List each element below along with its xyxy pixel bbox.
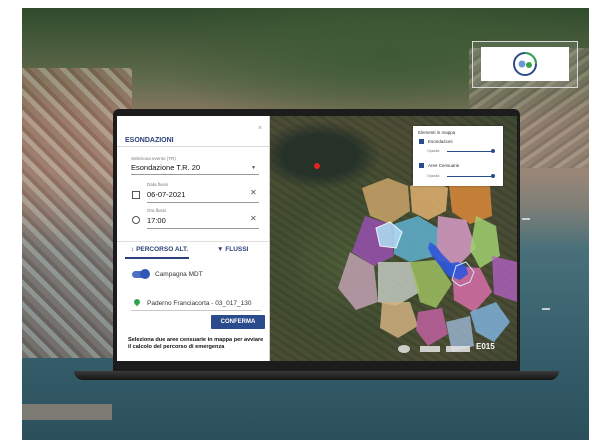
map-view[interactable]: Elementi in mappa Esondazioni Opacità Ar… — [270, 116, 517, 361]
panel-title: ESONDAZIONI — [125, 137, 174, 144]
close-icon[interactable]: × — [258, 125, 262, 132]
divider — [117, 146, 269, 147]
toggle-label: Campagna MDT — [155, 271, 203, 278]
legend-item-label: Aree Censuarie — [428, 163, 460, 168]
divider — [117, 241, 269, 242]
help-text: Seleziona due aree censuarie in mappa pe… — [128, 337, 264, 350]
opacity-slider-knob[interactable] — [491, 149, 495, 153]
event-select-underline — [131, 174, 259, 175]
time-field-underline — [147, 228, 259, 229]
census-area[interactable] — [416, 308, 448, 346]
partner-logo — [446, 346, 470, 352]
location-underline — [131, 310, 261, 311]
opacity-slider-esondazioni[interactable] — [447, 151, 493, 152]
active-tab-indicator — [125, 257, 189, 259]
census-area[interactable] — [394, 216, 438, 262]
legend-title: Elementi in mappa — [418, 130, 456, 135]
toggle-knob[interactable] — [140, 269, 150, 279]
confirm-button[interactable]: CONFERMA — [211, 315, 265, 329]
clock-icon — [132, 216, 140, 224]
e015-logo: E015 — [476, 342, 495, 351]
app-window: × ESONDAZIONI Seleziona evento (TR) Eson… — [117, 116, 517, 361]
map-legend: Elementi in mappa Esondazioni Opacità Ar… — [413, 126, 503, 186]
tab-label: FLUSSI — [225, 246, 249, 253]
census-area[interactable] — [380, 302, 418, 338]
clear-time-icon[interactable]: ✕ — [250, 214, 257, 223]
legend-item-label: Esondazioni — [428, 139, 453, 144]
date-field[interactable]: 06-07-2021 — [147, 190, 185, 199]
brand-logo-frame — [472, 41, 578, 88]
boat — [542, 308, 550, 310]
esondazioni-checkbox[interactable] — [419, 139, 424, 144]
filter-icon: ▼ — [217, 246, 224, 253]
tab-flussi[interactable]: ▼ FLUSSI — [217, 246, 248, 253]
route-icon: ↕ — [131, 246, 135, 253]
side-panel: × ESONDAZIONI Seleziona evento (TR) Eson… — [117, 116, 270, 361]
map-marker[interactable] — [314, 163, 320, 169]
laptop-base — [74, 371, 559, 380]
date-field-label: Data flussi — [147, 182, 169, 187]
tab-percorso-alt[interactable]: ↕ PERCORSO ALT. — [131, 246, 188, 253]
opacity-slider-knob[interactable] — [491, 174, 495, 178]
brand-logo — [481, 47, 569, 81]
event-select-label: Seleziona evento (TR) — [131, 156, 176, 161]
tab-label: PERCORSO ALT. — [136, 246, 189, 253]
partner-logo — [420, 346, 440, 352]
location-pin-icon — [132, 297, 142, 307]
clear-date-icon[interactable]: ✕ — [250, 188, 257, 197]
chevron-down-icon[interactable]: ▼ — [251, 165, 256, 171]
brand-logo-icon — [513, 52, 537, 76]
opacity-slider-aree[interactable] — [447, 176, 493, 177]
partner-logo — [398, 345, 410, 353]
opacity-label: Opacità — [427, 174, 440, 178]
boat — [522, 218, 530, 220]
calendar-icon — [132, 191, 140, 199]
pier — [22, 404, 112, 420]
time-field[interactable]: 17:00 — [147, 216, 166, 225]
location-field[interactable]: Paderno Franciacorta - 03_017_130 — [147, 300, 251, 307]
census-area[interactable] — [362, 178, 410, 224]
event-select[interactable]: Esondazione T.R. 20 — [131, 163, 200, 172]
opacity-label: Opacità — [427, 149, 440, 153]
date-field-underline — [147, 202, 259, 203]
census-area[interactable] — [492, 256, 517, 302]
time-field-label: Ora flussi — [147, 208, 167, 213]
aree-censuarie-checkbox[interactable] — [419, 163, 424, 168]
